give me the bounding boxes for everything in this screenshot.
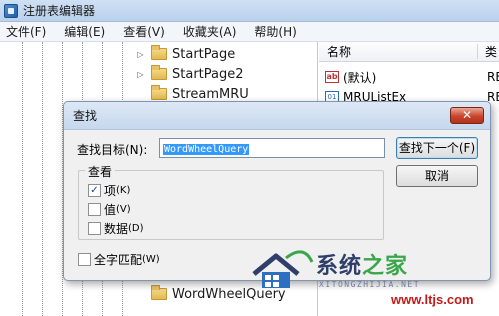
expand-arrow-icon[interactable]: ▷: [136, 50, 145, 59]
option-hotkey: (V): [116, 204, 131, 215]
look-at-legend: 查看: [85, 163, 116, 180]
folder-icon: [151, 45, 167, 60]
keys-checkbox[interactable]: ✓: [88, 184, 101, 197]
folder-icon: [151, 85, 167, 100]
values-checkbox[interactable]: [88, 203, 101, 216]
column-header-type[interactable]: 类: [485, 43, 497, 60]
option-keys[interactable]: ✓ 项 (K): [88, 182, 130, 199]
option-hotkey: (D): [128, 223, 144, 234]
find-what-value: WordWheelQuery: [163, 144, 250, 155]
close-icon: ✕: [461, 108, 473, 122]
title-bar: 注册表编辑器: [0, 0, 499, 22]
watermark-url: www.ltjs.com: [391, 292, 474, 307]
menu-help[interactable]: 帮助(H): [254, 23, 296, 40]
string-value-icon: ab: [325, 71, 339, 83]
window-title: 注册表编辑器: [23, 4, 96, 18]
find-what-label: 查找目标(N):: [77, 143, 148, 157]
tree-guide-line: [22, 42, 23, 316]
watermark-brand-part2: 之家: [362, 254, 409, 279]
menu-edit[interactable]: 编辑(E): [64, 23, 105, 40]
dialog-title-bar[interactable]: 查找 ✕: [64, 102, 490, 130]
menu-file[interactable]: 文件(F): [6, 23, 46, 40]
tree-item-label: StartPage2: [172, 66, 244, 82]
watermark-pinyin: XITONGZHIJIA.NET: [319, 280, 421, 289]
menu-bar: 文件(F) 编辑(E) 查看(V) 收藏夹(A) 帮助(H): [0, 22, 499, 42]
option-hotkey: (K): [116, 185, 131, 196]
match-whole-checkbox[interactable]: [78, 253, 91, 266]
site-watermark: 系统之家 XITONGZHIJIA.NET www.ltjs.com: [246, 234, 499, 316]
option-label: 值: [104, 203, 117, 217]
value-name: (默认): [343, 70, 377, 85]
regedit-app-icon: [4, 3, 18, 18]
watermark-brand-part1: 系统: [316, 254, 363, 279]
cancel-button[interactable]: 取消: [396, 165, 478, 187]
column-header-name[interactable]: 名称: [327, 43, 351, 60]
find-what-input[interactable]: WordWheelQuery: [159, 138, 385, 158]
option-data[interactable]: 数据 (D): [88, 220, 144, 237]
option-label: 数据: [104, 222, 129, 236]
menu-view[interactable]: 查看(V): [123, 23, 165, 40]
value-type: RE: [487, 70, 499, 84]
values-header: 名称 类: [319, 42, 499, 62]
tree-item-label: StartPage: [172, 46, 236, 62]
option-label: 项: [104, 184, 117, 198]
data-checkbox[interactable]: [88, 222, 101, 235]
value-row-default[interactable]: ab (默认) RE: [325, 68, 499, 86]
option-hotkey: (W): [142, 254, 160, 265]
look-at-group: 查看 ✓ 项 (K) 值 (V) 数据 (D): [78, 163, 384, 240]
find-next-button[interactable]: 查找下一个(F): [396, 137, 478, 159]
tree-guide-line: [42, 42, 43, 316]
column-separator[interactable]: [477, 44, 478, 59]
tree-item-startpage2[interactable]: ▷ StartPage2: [136, 64, 244, 84]
menu-favorites[interactable]: 收藏夹(A): [183, 23, 237, 40]
tree-item-label: StreamMRU: [172, 86, 249, 102]
option-values[interactable]: 值 (V): [88, 201, 131, 218]
watermark-brand: 系统之家: [316, 248, 408, 280]
option-label: 全字匹配: [94, 253, 143, 267]
match-whole-string[interactable]: 全字匹配 (W): [78, 251, 160, 268]
folder-icon: [151, 285, 167, 300]
folder-icon: [151, 65, 167, 80]
tree-item-startpage[interactable]: ▷ StartPage: [136, 44, 235, 64]
watermark-logo-icon: [252, 250, 314, 288]
dialog-title: 查找: [73, 109, 98, 123]
expand-arrow-icon[interactable]: ▷: [136, 70, 145, 79]
close-button[interactable]: ✕: [450, 107, 484, 124]
